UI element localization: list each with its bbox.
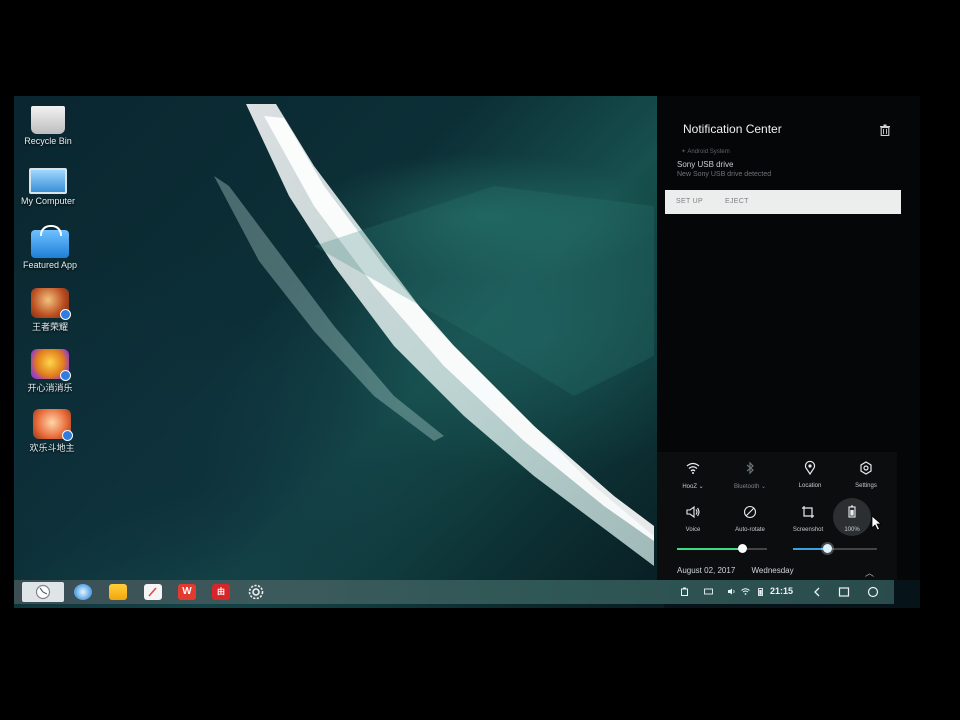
volume-slider-fill (677, 548, 742, 550)
screen: Recycle Bin My Computer Featured App 王者荣… (14, 96, 920, 608)
desktop-icon-label: 王者荣耀 (31, 322, 68, 332)
recent-apps-nav-icon[interactable] (837, 585, 851, 599)
bluetooth-toggle[interactable]: Bluetooth ⌄ (727, 460, 773, 490)
notification-actions: SET UP EJECT (665, 190, 901, 214)
document-icon[interactable] (144, 584, 162, 600)
computer-icon (29, 168, 67, 194)
desktop-icon-label: My Computer (20, 196, 75, 206)
screenshot-toggle[interactable]: Screenshot (785, 504, 831, 533)
desktop-icon-label: 开心消消乐 (27, 383, 73, 393)
wifi-label: HooZ ⌄ (682, 484, 704, 490)
battery-icon (848, 505, 856, 518)
quick-settings-panel: HooZ ⌄ Bluetooth ⌄ Location Settings Voi… (657, 452, 897, 580)
desktop-icon-game-1[interactable]: 王者荣耀 (14, 288, 87, 333)
home-nav-icon[interactable] (866, 585, 880, 599)
game-icon (31, 288, 71, 320)
voice-label: Voice (685, 527, 701, 533)
surf-wallpaper-art (214, 104, 654, 566)
brightness-slider-knob[interactable] (822, 544, 832, 553)
settings-label: Settings (855, 483, 877, 489)
desktop-icon-label: Featured App (22, 260, 78, 270)
game-icon (31, 349, 71, 381)
notification-center: Notification Center ✦ Android System Son… (657, 96, 920, 580)
screenshot-label: Screenshot (792, 527, 824, 533)
location-label: Location (798, 483, 822, 489)
crop-icon (802, 506, 814, 518)
desktop-icon-game-3[interactable]: 欢乐斗地主 (15, 409, 89, 454)
volume-tray-icon[interactable] (727, 587, 736, 596)
settings-toggle[interactable]: Settings (843, 460, 889, 489)
desktop-icon-label: Recycle Bin (24, 136, 72, 146)
weekday-text: Wednesday (751, 566, 794, 575)
desktop-icon-featured-app[interactable]: Featured App (14, 225, 87, 270)
wifi-toggle[interactable]: HooZ ⌄ (670, 460, 716, 490)
desktop-icon-label: 欢乐斗地主 (29, 443, 75, 453)
desktop-icon-my-computer[interactable]: My Computer (14, 168, 85, 206)
wallpaper (14, 96, 664, 608)
auto-rotate-toggle[interactable]: Auto-rotate (727, 504, 773, 533)
back-nav-icon[interactable] (810, 585, 824, 599)
wps-icon[interactable]: W (178, 584, 196, 600)
app-store-icon (31, 225, 69, 258)
speaker-icon (686, 505, 700, 519)
brightness-slider-fill (793, 548, 827, 550)
volume-slider-knob[interactable] (737, 544, 747, 553)
desktop-icon-game-2[interactable]: 开心消消乐 (14, 349, 87, 394)
browser-icon[interactable] (74, 584, 92, 600)
battery-tile[interactable]: 100% (829, 504, 875, 533)
mouse-cursor-icon (871, 515, 883, 531)
gear-icon (860, 461, 872, 475)
start-icon (35, 584, 51, 600)
notification-title: Sony USB drive (677, 160, 734, 169)
usb-drive-icon[interactable] (680, 587, 689, 596)
media-icon[interactable]: 由 (212, 584, 230, 600)
clock[interactable]: 21:15 (770, 586, 793, 596)
notification-text: New Sony USB drive detected (677, 171, 772, 178)
download-badge-icon (62, 430, 73, 441)
taskbar: W 由 21:15 (14, 580, 894, 604)
location-icon (804, 460, 816, 476)
chevron-up-icon[interactable]: ︿ (865, 566, 874, 579)
settings-icon[interactable] (247, 583, 265, 601)
wifi-tray-icon[interactable] (741, 587, 750, 596)
eject-button[interactable]: EJECT (725, 198, 749, 205)
date-row: August 02, 2017 Wednesday (677, 566, 808, 575)
game-icon (33, 409, 73, 441)
clear-all-trash-icon[interactable] (879, 124, 891, 136)
battery-tray-icon[interactable] (756, 587, 765, 596)
notification-center-title: Notification Center (683, 122, 782, 136)
folder-icon[interactable] (109, 584, 127, 600)
android-icon: ✦ (681, 149, 687, 155)
auto-rotate-label: Auto-rotate (735, 527, 765, 533)
recycle-bin-icon (31, 106, 65, 134)
rotate-icon (743, 505, 757, 519)
voice-toggle[interactable]: Voice (670, 504, 716, 533)
keyboard-icon[interactable] (704, 587, 713, 596)
setup-button[interactable]: SET UP (676, 198, 703, 205)
wifi-icon (686, 462, 700, 474)
bluetooth-label: Bluetooth ⌄ (733, 484, 767, 490)
download-badge-icon (60, 309, 71, 320)
bluetooth-icon (746, 461, 754, 475)
start-button[interactable] (22, 582, 64, 602)
battery-label: 100% (844, 527, 860, 533)
download-badge-icon (60, 370, 71, 381)
desktop-icon-recycle-bin[interactable]: Recycle Bin (14, 106, 85, 146)
location-toggle[interactable]: Location (787, 460, 833, 489)
date-text: August 02, 2017 (677, 566, 736, 575)
notification-source: ✦ Android System (681, 149, 730, 155)
